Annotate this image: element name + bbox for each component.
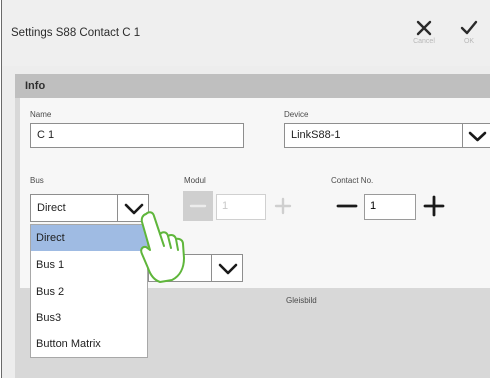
contact-no-label: Contact No. (331, 176, 374, 185)
ok-button[interactable]: OK (452, 10, 486, 56)
bus-label: Bus (30, 176, 44, 185)
settings-window: Settings S88 Contact C 1 Cancel OK Info … (1, 0, 490, 378)
window-title: Settings S88 Contact C 1 (11, 27, 141, 39)
info-section-title: Info (25, 80, 46, 92)
device-dropdown-button[interactable] (462, 123, 490, 148)
plus-icon (423, 195, 445, 217)
gleisbild-label: Gleisbild (286, 296, 317, 305)
bus-option-bus3[interactable]: Bus3 (31, 305, 147, 331)
device-select[interactable]: LinkS88-1 (284, 123, 463, 148)
bus-select[interactable]: Direct (30, 194, 118, 222)
cancel-button[interactable]: Cancel (407, 10, 441, 56)
contact-increment-button[interactable] (419, 191, 449, 221)
bus-dropdown-list: Direct Bus 1 Bus 2 Bus3 Button Matrix (30, 224, 148, 358)
bus-option-direct[interactable]: Direct (31, 225, 147, 251)
modul-increment-button[interactable] (268, 191, 298, 221)
minus-icon (336, 204, 358, 208)
hand-pointer-icon (140, 211, 185, 283)
contact-decrement-button[interactable] (332, 191, 362, 221)
device-label: Device (284, 110, 309, 119)
cancel-label: Cancel (413, 38, 435, 45)
contact-no-input[interactable]: 1 (364, 194, 416, 220)
bus-option-bus-1[interactable]: Bus 1 (31, 252, 147, 278)
modul-label: Modul (184, 176, 206, 185)
chevron-down-icon (218, 263, 238, 275)
info-section-header (15, 74, 490, 98)
plus-icon (274, 197, 292, 215)
name-field[interactable]: C 1 (30, 123, 244, 148)
secondary-dropdown-button[interactable] (211, 254, 243, 282)
ok-label: OK (463, 38, 475, 45)
modul-input[interactable]: 1 (216, 194, 266, 220)
close-icon (416, 20, 432, 36)
check-icon (460, 20, 478, 35)
chevron-down-icon (468, 131, 487, 142)
bus-option-button-matrix[interactable]: Button Matrix (31, 331, 147, 357)
bus-option-bus-2[interactable]: Bus 2 (31, 279, 147, 305)
name-label: Name (30, 110, 52, 119)
